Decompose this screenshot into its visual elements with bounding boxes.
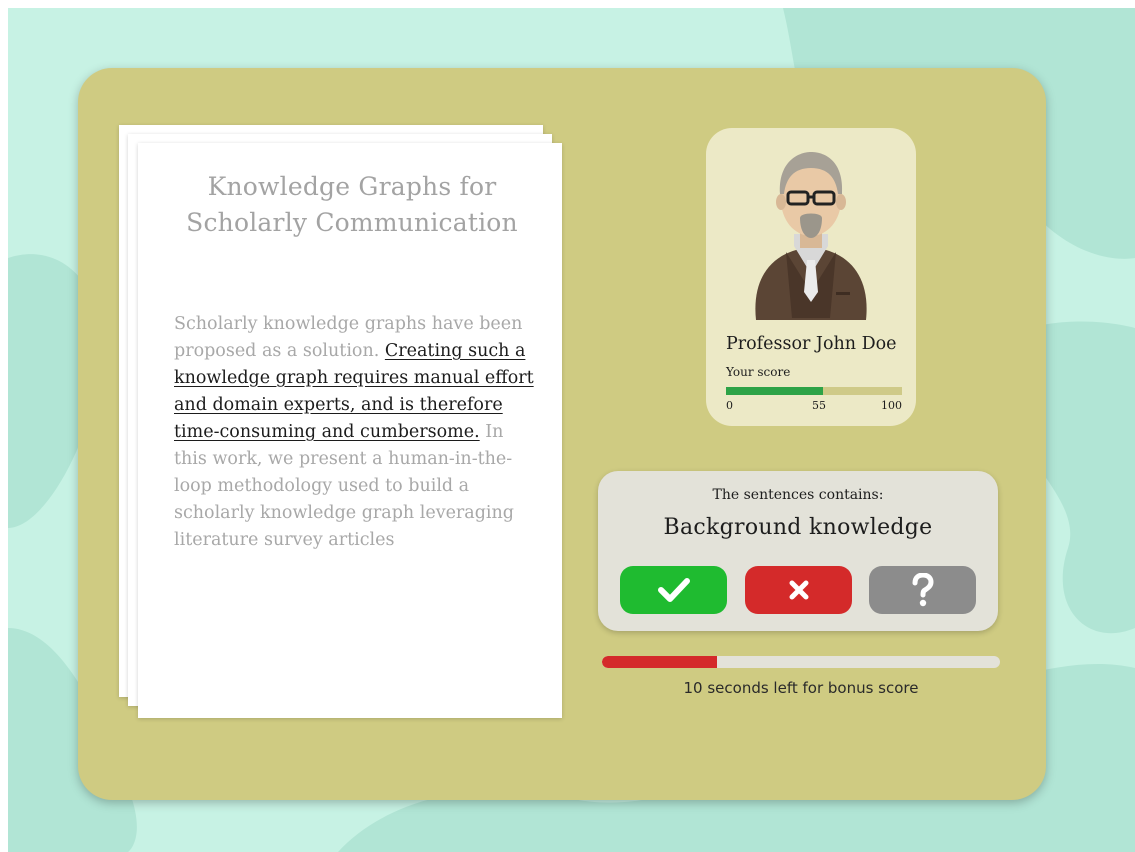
bonus-timer-bar [602,656,1000,668]
bonus-timer-fill [602,656,718,668]
question-category: Background knowledge [663,515,933,540]
paper-card: Knowledge Graphs for Scholarly Communica… [138,143,562,718]
score-bar [726,387,902,395]
check-icon [657,578,690,602]
game-board: Knowledge Graphs for Scholarly Communica… [78,68,1046,800]
professor-name: Professor John Doe [726,334,897,354]
score-max-label: 100 [881,399,902,412]
score-label: Your score [726,365,791,379]
unsure-button[interactable] [869,566,976,614]
question-panel: The sentences contains: Background knowl… [598,471,998,631]
professor-avatar-icon [755,152,867,320]
score-current-label: 55 [812,399,826,412]
question-prompt: The sentences contains: [712,487,884,503]
paper-abstract: Scholarly knowledge graphs have been pro… [174,311,536,554]
cross-icon [789,580,808,600]
score-min-label: 0 [726,399,733,412]
score-bar-fill [726,387,823,395]
professor-card: Professor John Doe Your score 0 55 100 [706,128,916,426]
yes-button[interactable] [620,566,727,614]
no-button[interactable] [745,566,852,614]
question-icon [912,573,934,607]
paper-title: Knowledge Graphs for Scholarly Communica… [186,172,518,237]
bonus-timer-text: 10 seconds left for bonus score [683,679,919,697]
